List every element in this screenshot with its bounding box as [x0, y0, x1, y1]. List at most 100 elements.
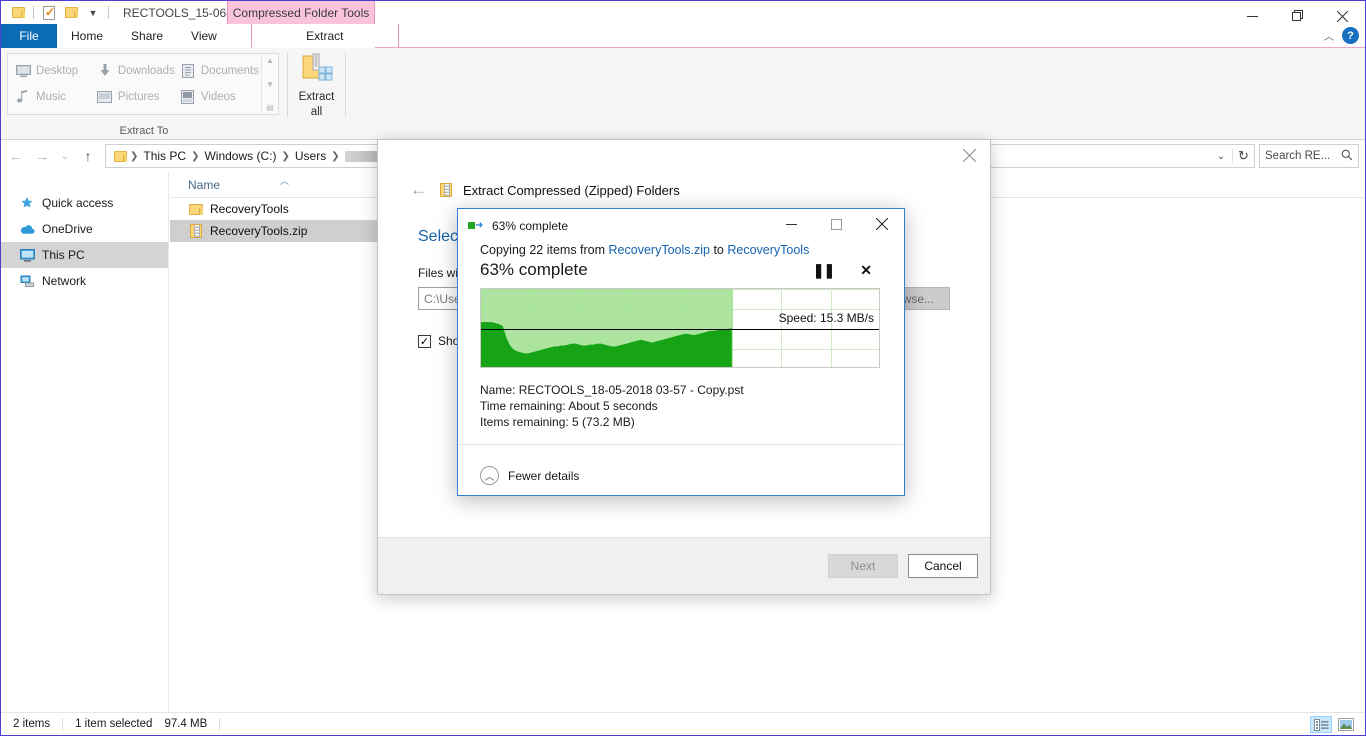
- folder-icon[interactable]: [10, 5, 26, 21]
- ribbon-group-label: Extract To: [119, 125, 169, 137]
- help-icon[interactable]: ?: [1342, 27, 1359, 44]
- scroll-up-icon[interactable]: ▲: [266, 56, 274, 65]
- details-view-icon[interactable]: [1310, 716, 1332, 733]
- divider: [108, 6, 109, 19]
- detail-items-key: Items remaining:: [480, 415, 569, 429]
- fewer-details-label: Fewer details: [508, 468, 580, 483]
- sidebar-item-this-pc[interactable]: This PC: [1, 242, 168, 268]
- ribbon-group-extract-to: Desktop Downloads Documents Music Pictur…: [1, 48, 287, 140]
- graph-average-line: [481, 329, 879, 330]
- chevron-up-circle-icon[interactable]: ︿: [480, 466, 499, 485]
- wizard-title: Extract Compressed (Zipped) Folders: [463, 182, 680, 198]
- extract-all-label-line1: Extract: [298, 91, 335, 103]
- progress-summary-mid: to: [709, 243, 728, 257]
- tab-extract[interactable]: Extract: [250, 24, 399, 48]
- gallery-item-pictures[interactable]: Pictures: [92, 84, 175, 110]
- wizard-title-bar: [378, 140, 990, 176]
- pause-icon[interactable]: ❚❚: [813, 262, 835, 279]
- sidebar-item-network[interactable]: Network: [1, 268, 168, 294]
- next-button[interactable]: Next: [828, 554, 898, 578]
- tab-home[interactable]: Home: [57, 24, 117, 48]
- column-header-name[interactable]: Name ︿: [170, 172, 327, 198]
- music-note-icon: [15, 89, 31, 105]
- title-bar: ▼ RECTOOLS_15-06-2018 03-20: [1, 1, 1365, 24]
- progress-details: Name: RECTOOLS_18-05-2018 03-57 - Copy.p…: [458, 368, 904, 430]
- breadcrumb-users[interactable]: Users: [290, 149, 331, 163]
- wizard-back-icon[interactable]: ←: [410, 180, 427, 200]
- gallery-item-label: Pictures: [117, 91, 160, 103]
- sidebar-item-onedrive[interactable]: OneDrive: [1, 216, 168, 242]
- progress-window-controls: [769, 209, 904, 239]
- minimize-icon[interactable]: [769, 209, 814, 239]
- gallery-item-label: Videos: [200, 91, 236, 103]
- progress-destination-link[interactable]: RecoveryTools: [727, 243, 809, 257]
- extract-all-button[interactable]: Extract all: [288, 52, 345, 119]
- progress-percent-row: 63% complete ❚❚ ✕: [480, 260, 882, 280]
- copy-progress-dialog: ➜ 63% complete Copying 22 items from Rec…: [457, 208, 905, 496]
- progress-summary: Copying 22 items from RecoveryTools.zip …: [480, 243, 882, 257]
- desktop-icon: [15, 63, 31, 79]
- gallery-item-documents[interactable]: Documents: [175, 58, 259, 84]
- fewer-details-toggle[interactable]: ︿ Fewer details: [480, 466, 579, 485]
- status-size: 97.4 MB: [164, 718, 208, 730]
- breadcrumb-windows-c[interactable]: Windows (C:): [199, 149, 281, 163]
- properties-checklist-icon[interactable]: [41, 5, 57, 21]
- tab-share[interactable]: Share: [117, 24, 177, 48]
- back-button[interactable]: ←: [5, 145, 27, 167]
- status-item-count: 2 items: [13, 718, 51, 730]
- extract-all-icon: [300, 52, 334, 89]
- wizard-close-icon[interactable]: [948, 140, 990, 170]
- search-input[interactable]: Search RE...: [1259, 144, 1359, 168]
- network-icon: [19, 273, 35, 289]
- detail-items-value: 5 (73.2 MB): [572, 415, 635, 429]
- gallery-item-downloads[interactable]: Downloads: [92, 58, 175, 84]
- chevron-down-icon[interactable]: ⌄: [1210, 151, 1232, 162]
- stop-icon[interactable]: ✕: [860, 262, 872, 279]
- new-folder-icon[interactable]: [63, 5, 79, 21]
- tab-view[interactable]: View: [177, 24, 231, 48]
- copy-progress-icon: ➜: [468, 218, 484, 234]
- breadcrumb: ❯ This PC ❯ Windows (C:) ❯ Users ❯: [130, 149, 408, 163]
- detail-name-key: Name:: [480, 383, 516, 397]
- scroll-down-icon[interactable]: ▼: [266, 80, 274, 89]
- search-icon[interactable]: [1341, 149, 1353, 164]
- close-icon[interactable]: [859, 209, 904, 239]
- caret-up-icon: ︿: [280, 175, 290, 186]
- breadcrumb-separator: ❯: [331, 150, 340, 162]
- progress-title-bar: ➜ 63% complete: [458, 209, 904, 243]
- maximize-icon[interactable]: [814, 209, 859, 239]
- address-bar-controls: ⌄ ↻: [1210, 145, 1254, 167]
- gallery-item-label: Downloads: [117, 65, 175, 77]
- sidebar-item-quick-access[interactable]: Quick access: [1, 190, 168, 216]
- expand-gallery-icon[interactable]: ▤: [266, 103, 274, 112]
- forward-button[interactable]: →: [31, 145, 53, 167]
- chevron-down-icon[interactable]: ▼: [85, 5, 101, 21]
- gallery-item-music[interactable]: Music: [10, 84, 92, 110]
- up-button[interactable]: ↑: [77, 145, 99, 167]
- gallery-item-videos[interactable]: Videos: [175, 84, 259, 110]
- gallery-item-desktop[interactable]: Desktop: [10, 58, 92, 84]
- gallery-scrollbar[interactable]: ▲ ▼ ▤: [261, 54, 278, 114]
- folder-icon: [112, 148, 128, 164]
- cancel-button[interactable]: Cancel: [908, 554, 978, 578]
- refresh-icon[interactable]: ↻: [1232, 148, 1254, 164]
- show-extracted-checkbox[interactable]: ✓: [418, 334, 431, 348]
- view-mode-buttons: [1310, 716, 1357, 733]
- recent-locations-button[interactable]: ⌄: [57, 145, 73, 167]
- ribbon-tabs: File Home Share View Extract: [1, 24, 1365, 48]
- breadcrumb-separator: ❯: [191, 150, 200, 162]
- gallery-item-label: Music: [36, 91, 67, 103]
- breadcrumb-separator: ❯: [281, 150, 290, 162]
- breadcrumb-this-pc[interactable]: This PC: [138, 149, 191, 163]
- extract-to-gallery: Desktop Downloads Documents Music Pictur…: [7, 53, 279, 115]
- quick-access-toolbar: ▼: [1, 1, 113, 24]
- contextual-tab-group-label: Compressed Folder Tools: [227, 1, 375, 24]
- zip-folder-icon: [188, 223, 204, 239]
- tab-file[interactable]: File: [1, 24, 57, 48]
- ribbon-group-extract-all: Extract all: [288, 48, 345, 140]
- star-pin-icon: [19, 195, 35, 211]
- large-icons-view-icon[interactable]: [1335, 716, 1357, 733]
- progress-source-link[interactable]: RecoveryTools.zip: [609, 243, 710, 257]
- chevron-up-icon[interactable]: ︿: [1324, 28, 1334, 43]
- status-bar: 2 items 1 item selected 97.4 MB: [1, 712, 1365, 735]
